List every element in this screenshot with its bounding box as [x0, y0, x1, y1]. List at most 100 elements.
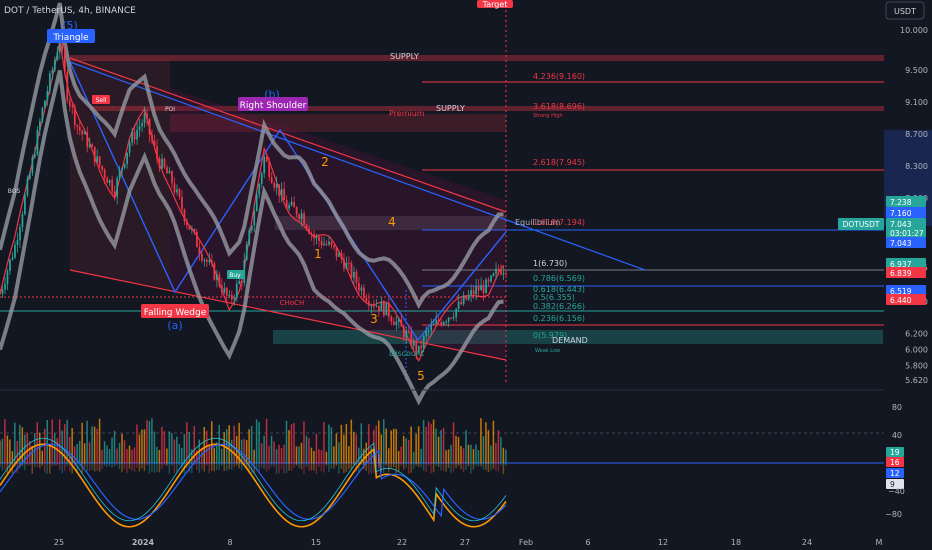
level-label: Premium — [389, 109, 425, 118]
osc-bar-neg — [475, 463, 477, 466]
osc-bar-neg — [343, 463, 345, 474]
candle-body — [206, 259, 208, 262]
osc-bar — [166, 448, 168, 463]
candle-body — [39, 121, 41, 130]
osc-bar — [255, 419, 258, 463]
candle-body — [447, 317, 450, 322]
candle-body — [373, 305, 375, 307]
candle-body — [101, 165, 104, 171]
candle-body — [108, 180, 111, 184]
osc-bar — [161, 426, 163, 463]
level-label: Discount — [389, 349, 424, 358]
osc-bar — [363, 448, 365, 463]
candle-body — [181, 197, 183, 210]
osc-bar-neg — [36, 463, 39, 467]
osc-bar — [133, 447, 136, 463]
osc-bar — [407, 439, 410, 463]
osc-bar-neg — [61, 463, 63, 474]
osc-bar — [136, 424, 138, 463]
osc-bar — [213, 447, 215, 463]
osc-bar — [1, 438, 4, 463]
candle-body — [370, 305, 373, 307]
osc-bar-neg — [310, 463, 313, 471]
candle-body — [505, 272, 507, 274]
candle-body — [328, 241, 330, 245]
osc-bar — [181, 447, 183, 463]
candle-body — [131, 132, 133, 143]
osc-bar-neg — [293, 463, 295, 468]
candle-body — [116, 178, 119, 197]
osc-bar — [487, 430, 490, 463]
candle-body — [435, 319, 438, 324]
osc-bar — [21, 427, 24, 463]
candle-body — [240, 280, 243, 283]
osc-bar — [288, 430, 290, 463]
osc-bar-neg — [328, 463, 330, 473]
osc-bar — [253, 449, 255, 463]
candle-body — [492, 273, 495, 276]
osc-bar — [101, 450, 103, 463]
osc-bar — [450, 444, 452, 463]
osc-bar — [283, 444, 285, 463]
osc-bar-neg — [280, 463, 283, 469]
candle-body — [482, 285, 485, 294]
candle-body — [310, 233, 313, 235]
osc-bar-neg — [133, 463, 136, 472]
osc-bar-neg — [126, 463, 128, 473]
candle-body — [163, 158, 166, 168]
osc-bar — [455, 435, 457, 463]
osc-bar — [402, 435, 405, 463]
osc-bar-neg — [58, 463, 61, 470]
osc-bar — [26, 432, 29, 463]
candle-body — [502, 272, 505, 275]
osc-bar-neg — [198, 463, 201, 473]
osc-bar — [260, 443, 263, 463]
osc-bar-neg — [440, 463, 442, 471]
candle-body — [410, 331, 413, 347]
candle-body — [495, 268, 497, 274]
osc-bar — [238, 422, 240, 463]
candle-body — [470, 290, 472, 295]
candle-body — [407, 331, 410, 333]
price-axis[interactable]: 10.0009.5009.1008.7008.3007.9007.0256.60… — [884, 0, 932, 535]
osc-bar-neg — [465, 463, 467, 470]
osc-bar — [313, 450, 315, 463]
candle-body — [278, 184, 281, 197]
osc-bar — [6, 435, 9, 463]
time-tick-label: M — [876, 538, 883, 547]
osc-bar-neg — [88, 463, 91, 471]
candle-body — [293, 202, 296, 208]
osc-bar-neg — [397, 463, 400, 472]
osc-bar-neg — [268, 463, 270, 470]
osc-bar — [290, 424, 293, 463]
osc-bar — [395, 429, 397, 463]
osc-bar — [392, 428, 395, 463]
osc-bar — [492, 420, 495, 463]
time-axis[interactable]: 25 2024 8 15 22 27 Feb 6 12 18 24 M — [0, 535, 932, 550]
osc-bar — [345, 423, 348, 463]
trading-chart[interactable]: (5) Triangle (b) Right Shoulder Falling … — [0, 0, 932, 550]
osc-bar-neg — [315, 463, 318, 474]
candle-body — [355, 271, 358, 283]
osc-bar — [415, 433, 417, 463]
osc-bar — [437, 436, 440, 463]
currency-button-label[interactable]: USDT — [894, 7, 916, 16]
osc-bar — [48, 444, 51, 463]
candle-body — [248, 230, 251, 245]
candle-body — [111, 180, 114, 192]
osc-bar-neg — [66, 463, 68, 466]
candle-body — [270, 177, 273, 183]
osc-bar — [98, 418, 101, 463]
candle-body — [427, 330, 430, 332]
osc-bar — [412, 451, 415, 463]
osc-bar — [268, 445, 270, 463]
osc-bar-neg — [240, 463, 243, 471]
osc-bar — [490, 445, 492, 463]
osc-bar-neg — [333, 463, 335, 469]
osc-bar — [305, 435, 308, 463]
osc-bar-neg — [370, 463, 373, 474]
osc-bar-neg — [405, 463, 407, 468]
osc-bar-neg — [265, 463, 268, 472]
candle-body — [472, 290, 475, 295]
osc-bar — [447, 449, 450, 463]
